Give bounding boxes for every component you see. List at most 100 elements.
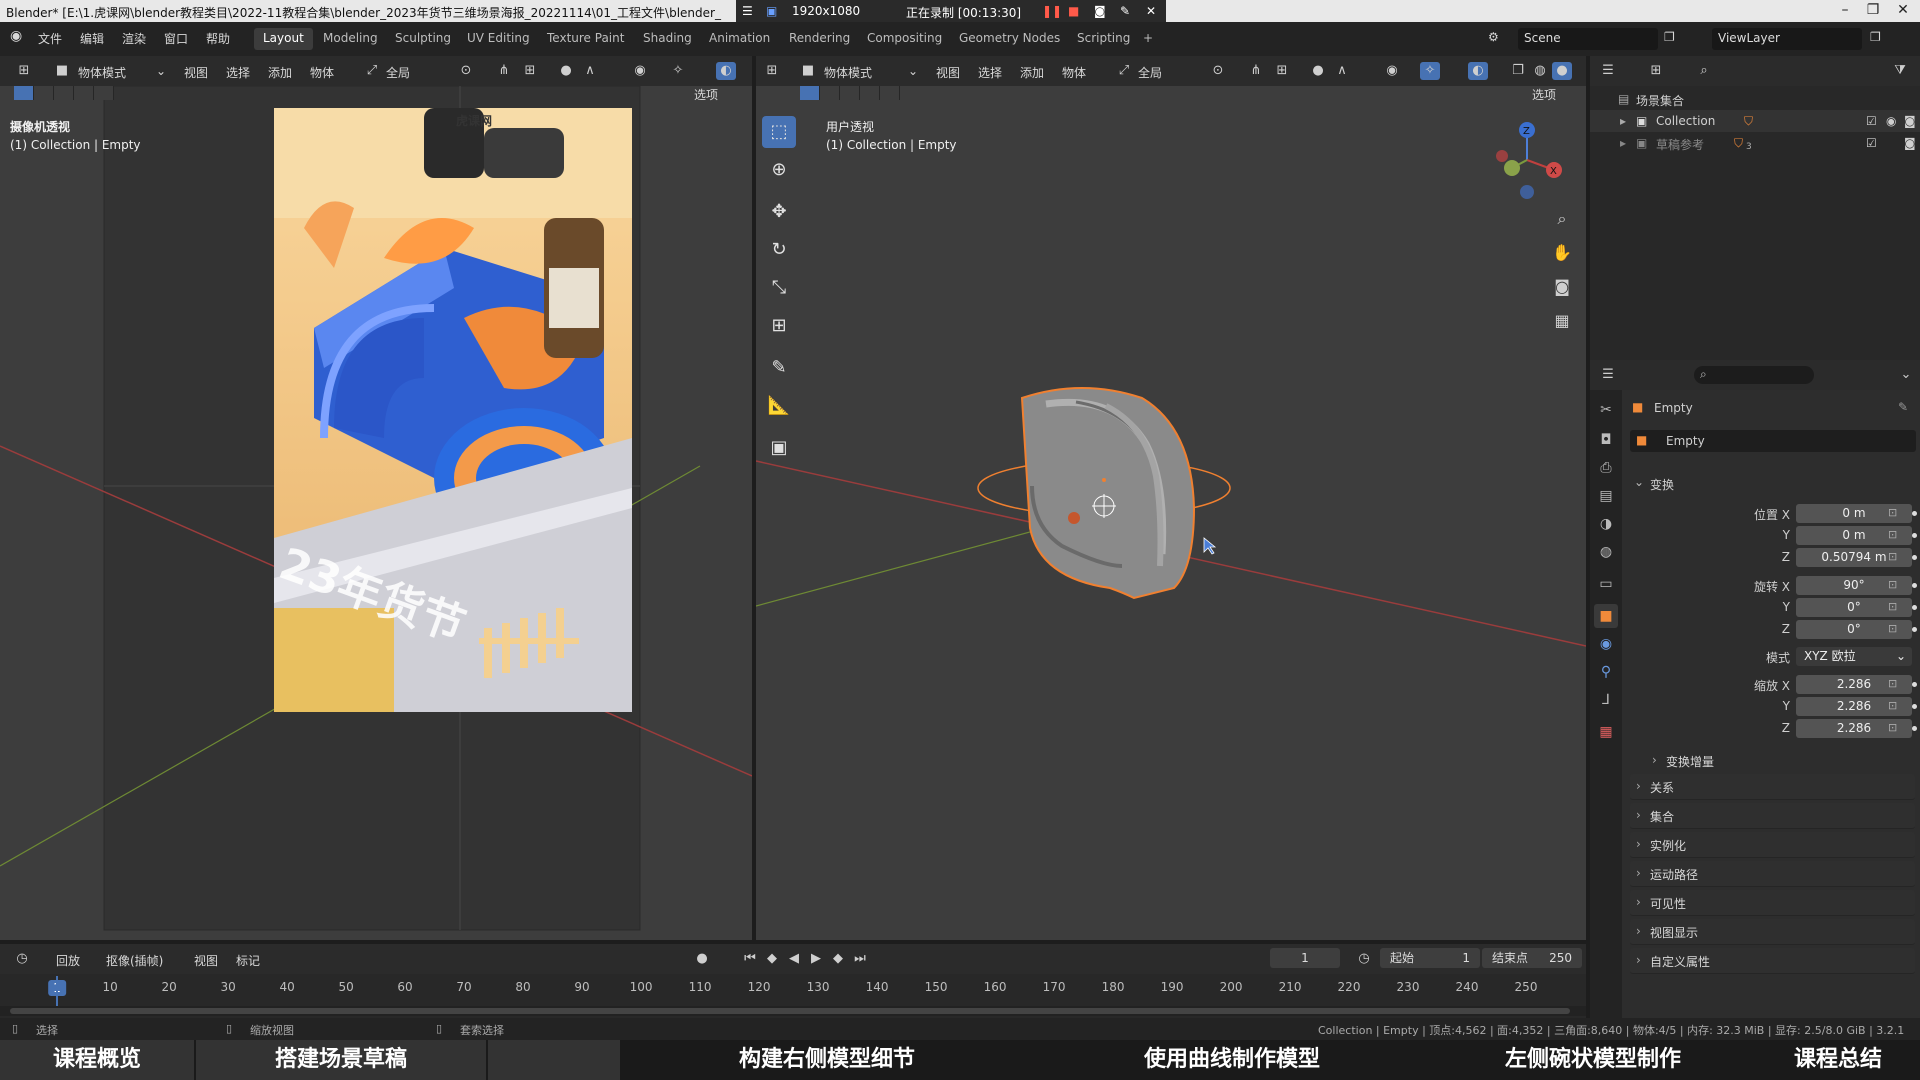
data-tab-icon[interactable]: ⅃ bbox=[1594, 688, 1618, 712]
close-recording-icon[interactable]: ✕ bbox=[1146, 4, 1156, 18]
camera-icon[interactable]: ◙ bbox=[1094, 4, 1106, 18]
solid-shading-icon[interactable]: ● bbox=[1552, 62, 1572, 80]
chapter-curve-modeling[interactable]: 使用曲线制作模型 bbox=[1034, 1040, 1430, 1080]
search-icon[interactable]: ⌕ bbox=[1694, 62, 1714, 80]
options-button[interactable]: 选项 bbox=[694, 86, 718, 103]
collection-tab-icon[interactable]: ▭ bbox=[1594, 572, 1618, 596]
blender-logo-icon[interactable]: ◉ bbox=[10, 28, 22, 44]
chapter-right-model-details[interactable]: 构建右侧模型细节 bbox=[622, 1040, 1032, 1080]
expand-icon[interactable]: ▸ bbox=[1620, 114, 1626, 128]
checkbox-icon[interactable]: ☑ bbox=[1866, 136, 1877, 150]
menu-file[interactable]: 文件 bbox=[38, 30, 62, 47]
outliner-item-sketch[interactable]: ▸ ▣ 草稿参考 ⛉ 3 ☑ ◙ bbox=[1590, 132, 1920, 154]
menu-keying[interactable]: 抠像(插帧) bbox=[106, 952, 163, 969]
orientation-selector[interactable]: 全局 bbox=[386, 64, 410, 81]
proportional-edit-icon[interactable]: ● bbox=[1308, 62, 1328, 80]
outliner-editor-icon[interactable]: ☰ bbox=[1598, 62, 1618, 80]
filter-icon[interactable]: ⧩ bbox=[1890, 62, 1910, 80]
keyframe-dot-icon[interactable] bbox=[1912, 682, 1917, 687]
jump-end-icon[interactable]: ⏭ bbox=[850, 950, 870, 968]
constraints-tab-icon[interactable]: ⚲ bbox=[1594, 660, 1618, 684]
object-tab-icon[interactable]: ■ bbox=[1594, 604, 1618, 628]
lock-icon[interactable]: ⊡ bbox=[1888, 721, 1897, 734]
falloff-icon[interactable]: ∧ bbox=[580, 62, 600, 80]
object-name-field[interactable]: ■ Empty bbox=[1630, 430, 1916, 452]
play-icon[interactable]: ▶ bbox=[806, 950, 826, 968]
lock-icon[interactable]: ⊡ bbox=[1888, 578, 1897, 591]
xray-icon[interactable]: ❐ bbox=[1508, 62, 1528, 80]
tab-rendering[interactable]: Rendering bbox=[780, 28, 859, 50]
lock-icon[interactable]: ⊡ bbox=[1888, 506, 1897, 519]
pause-icon[interactable]: ❚❚ bbox=[1042, 4, 1062, 18]
output-tab-icon[interactable]: ⎙ bbox=[1594, 456, 1618, 480]
menu-window[interactable]: 窗口 bbox=[164, 30, 188, 47]
keyframe-dot-icon[interactable] bbox=[1912, 726, 1917, 731]
minimize-icon[interactable]: – bbox=[1830, 2, 1860, 20]
playhead[interactable] bbox=[56, 976, 58, 1006]
clock-icon[interactable]: ◷ bbox=[1354, 950, 1374, 968]
menu-render[interactable]: 渲染 bbox=[122, 30, 146, 47]
lock-icon[interactable]: ⊡ bbox=[1888, 600, 1897, 613]
selected-empty-object[interactable] bbox=[756, 86, 1586, 940]
camera-view-icon[interactable]: ◙ bbox=[1552, 278, 1572, 296]
lock-icon[interactable]: ⊡ bbox=[1888, 677, 1897, 690]
overlay-icon[interactable]: ◐ bbox=[716, 62, 736, 80]
start-frame-field[interactable]: 起始 1 bbox=[1380, 948, 1480, 968]
overlay-icon[interactable]: ◐ bbox=[1468, 62, 1488, 80]
tab-geometry-nodes[interactable]: Geometry Nodes bbox=[950, 28, 1069, 50]
pivot-icon[interactable]: ⊙ bbox=[1208, 62, 1228, 80]
scene-icon[interactable]: ⚙ bbox=[1488, 30, 1499, 44]
editor-type-icon[interactable]: ⊞ bbox=[762, 62, 782, 80]
rotation-mode-select[interactable]: XYZ 欧拉 ⌄ bbox=[1796, 647, 1912, 666]
tool-tab-icon[interactable]: ✂ bbox=[1594, 398, 1618, 422]
menu-view[interactable]: 视图 bbox=[184, 64, 208, 81]
menu-add[interactable]: 添加 bbox=[268, 64, 292, 81]
next-keyframe-icon[interactable]: ◆ bbox=[828, 950, 848, 968]
transform-section-title[interactable]: 变换 bbox=[1650, 476, 1674, 493]
tab-sculpting[interactable]: Sculpting bbox=[386, 28, 460, 50]
chapter-blank[interactable] bbox=[488, 1040, 620, 1080]
eye-icon[interactable]: ◉ bbox=[1886, 114, 1896, 128]
chapter-overview[interactable]: 课程概览 bbox=[0, 1040, 194, 1080]
pen-icon[interactable]: ✎ bbox=[1120, 4, 1130, 18]
copy-scene-icon[interactable]: ❐ bbox=[1664, 30, 1675, 44]
lock-icon[interactable]: ⊡ bbox=[1888, 528, 1897, 541]
scene-tab-icon[interactable]: ◑ bbox=[1594, 512, 1618, 536]
lock-icon[interactable]: ⊡ bbox=[1888, 550, 1897, 563]
record-icon[interactable]: ● bbox=[692, 950, 712, 968]
expand-icon[interactable]: ▸ bbox=[1620, 136, 1626, 150]
panel-custom-properties[interactable]: › 自定义属性 bbox=[1630, 948, 1915, 974]
panel-visibility[interactable]: › 可见性 bbox=[1630, 890, 1915, 916]
render-camera-icon[interactable]: ◙ bbox=[1904, 136, 1916, 150]
view-layer-tab-icon[interactable]: ▤ bbox=[1594, 484, 1618, 508]
mode-dropdown-icon[interactable]: ⌄ bbox=[156, 64, 166, 78]
render-camera-icon[interactable]: ◙ bbox=[1904, 114, 1916, 128]
dropdown-icon[interactable]: ⌄ bbox=[1896, 366, 1916, 384]
timeline-editor-icon[interactable]: ◷ bbox=[12, 950, 32, 968]
orientation-selector[interactable]: 全局 bbox=[1138, 64, 1162, 81]
prev-keyframe-icon[interactable]: ◆ bbox=[762, 950, 782, 968]
stop-icon[interactable]: ■ bbox=[1068, 4, 1079, 18]
texture-tab-icon[interactable]: ▦ bbox=[1594, 720, 1618, 744]
menu-icon[interactable]: ☰ bbox=[742, 4, 753, 18]
proportional-edit-icon[interactable]: ● bbox=[556, 62, 576, 80]
panel-relations[interactable]: › 关系 bbox=[1630, 774, 1915, 800]
keyframe-dot-icon[interactable] bbox=[1912, 511, 1917, 516]
keyframe-dot-icon[interactable] bbox=[1912, 704, 1917, 709]
select-mode-buttons[interactable] bbox=[14, 86, 114, 100]
keyframe-dot-icon[interactable] bbox=[1912, 627, 1917, 632]
properties-editor-icon[interactable]: ☰ bbox=[1598, 366, 1618, 384]
close-icon[interactable]: ✕ bbox=[1888, 2, 1918, 20]
physics-tab-icon[interactable]: ◉ bbox=[1594, 632, 1618, 656]
add-workspace-button[interactable]: + bbox=[1134, 28, 1162, 50]
properties-search[interactable]: ⌕ bbox=[1694, 366, 1814, 384]
render-tab-icon[interactable]: ◘ bbox=[1594, 428, 1618, 452]
lock-icon[interactable]: ⊡ bbox=[1888, 699, 1897, 712]
panel-collections[interactable]: › 集合 bbox=[1630, 803, 1915, 829]
chapter-summary[interactable]: 课程总结 bbox=[1756, 1040, 1920, 1080]
timeline-scrollbar[interactable] bbox=[0, 1006, 1586, 1016]
menu-select[interactable]: 选择 bbox=[978, 64, 1002, 81]
play-reverse-icon[interactable]: ◀ bbox=[784, 950, 804, 968]
outliner-root[interactable]: ▤ 场景集合 bbox=[1590, 88, 1920, 110]
panel-viewport-display[interactable]: › 视图显示 bbox=[1630, 919, 1915, 945]
